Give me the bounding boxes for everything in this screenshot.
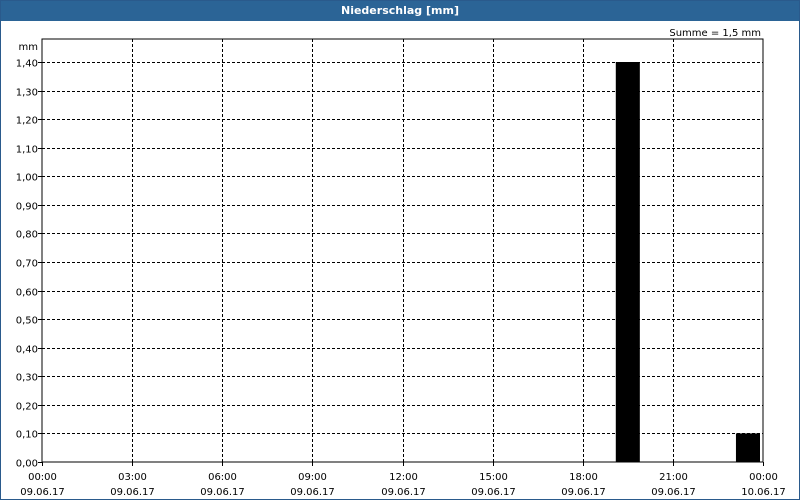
y-tick-label: 0,30 — [16, 373, 38, 384]
x-tick-date-label: 09.06.17 — [561, 487, 606, 498]
y-tick-label: 0,00 — [16, 459, 38, 470]
x-tick-time-label: 18:00 — [569, 472, 598, 483]
chart-window: Niederschlag [mm] 0,00 0,10 0,20 0,30 0,40 0,… — [0, 0, 800, 500]
x-tick-date-label: 09.06.17 — [110, 487, 155, 498]
y-tick-label: 1,00 — [16, 173, 38, 184]
y-tick-label: 0,20 — [16, 402, 38, 413]
y-tick-label: 1,10 — [16, 145, 38, 156]
x-tick-date-label: 09.06.17 — [20, 487, 65, 498]
x-tick-date-label: 09.06.17 — [200, 487, 245, 498]
y-tick-label: 0,10 — [16, 430, 38, 441]
x-tick-date-label: 09.06.17 — [471, 487, 516, 498]
grid — [42, 39, 763, 462]
x-tick-date-label: 09.06.17 — [651, 487, 696, 498]
precipitation-bar — [615, 62, 640, 462]
x-tick-time-label: 00:00 — [749, 472, 778, 483]
x-tick-time-label: 03:00 — [118, 472, 147, 483]
precipitation-chart: 0,00 0,10 0,20 0,30 0,40 0,50 0,60 0,70 0,80 0,90… — [16, 28, 786, 499]
x-tick-time-label: 15:00 — [479, 472, 508, 483]
x-tick-date-label: 09.06.17 — [290, 487, 335, 498]
x-tick-date-label: 09.06.17 — [381, 487, 426, 498]
x-tick-time-label: 09:00 — [298, 472, 327, 483]
y-tick-label: 0,80 — [16, 230, 38, 241]
precipitation-bar — [735, 433, 760, 462]
x-tick-time-label: 12:00 — [389, 472, 418, 483]
y-axis-unit-label: mm — [19, 42, 38, 53]
y-tick-label: 0,40 — [16, 345, 38, 356]
x-tick-time-label: 00:00 — [28, 472, 57, 483]
y-tick-label: 0,70 — [16, 259, 38, 270]
y-tick-label: 0,90 — [16, 202, 38, 213]
x-tick-time-label: 21:00 — [659, 472, 688, 483]
axis-ticks: 0,00 0,10 0,20 0,30 0,40 0,50 0,60 0,70 0,80 0,90… — [16, 59, 786, 499]
y-tick-label: 0,60 — [16, 288, 38, 299]
sum-annotation: Summe = 1,5 mm — [669, 28, 761, 39]
plot-area-border — [41, 38, 764, 463]
y-tick-label: 1,20 — [16, 116, 38, 127]
x-tick-date-label: 10.06.17 — [741, 487, 786, 498]
y-tick-label: 0,50 — [16, 316, 38, 327]
y-tick-label: 1,40 — [16, 59, 38, 70]
y-tick-label: 1,30 — [16, 88, 38, 99]
x-tick-time-label: 06:00 — [208, 472, 237, 483]
